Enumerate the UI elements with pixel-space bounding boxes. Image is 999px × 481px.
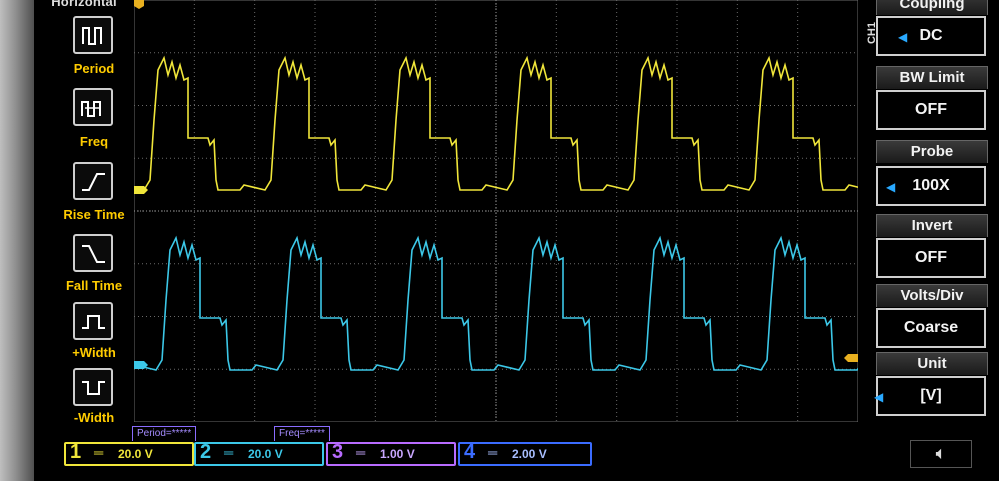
ch3-number: 3 [332,441,344,463]
unit-title: Unit [876,352,988,375]
freq-button[interactable] [73,88,113,126]
rise-time-button[interactable] [73,162,113,200]
probe-value: 100X [912,177,950,194]
frequency-icon [81,101,101,117]
speaker-icon[interactable]: 🔈︎ [910,440,972,468]
volts-div-title: Volts/Div [876,284,988,307]
negative-width-button[interactable] [73,368,113,406]
coupling-value: DC [919,27,943,44]
ch1-status[interactable]: 1 ═ 20.0 V [64,442,194,466]
ch3-status[interactable]: 3 ═ 1.00 V [326,442,456,466]
ch2-number: 2 [200,441,212,463]
dc-coupling-icon: ═ [356,445,366,460]
graticule [134,0,858,422]
fall-time-icon [82,245,105,263]
left-softkey-menu: Horizontal Period Freq Rise Time Fall Ti… [38,0,130,430]
period-readout: Period=***** [132,426,197,441]
ch2-status[interactable]: 2 ═ 20.0 V [194,442,324,466]
trigger-position-marker [134,0,144,9]
invert-button[interactable]: OFF [876,238,986,278]
unit-button[interactable]: [V] [876,376,986,416]
dc-coupling-icon: ═ [94,445,104,460]
bw-limit-value: OFF [915,101,947,118]
period-icon [82,27,102,45]
volts-div-value: Coarse [903,319,959,336]
ch4-status[interactable]: 4 ═ 2.00 V [458,442,592,466]
positive-width-icon [82,315,105,329]
probe-arrow-icon: ◀ [886,180,896,194]
invert-title: Invert [876,214,988,237]
volts-div-button[interactable]: Coarse [876,308,986,348]
waveform-display [134,0,858,422]
dc-coupling-icon: ═ [224,445,234,460]
ch1-scale: 20.0 V [118,447,153,461]
fall-time-button[interactable] [73,234,113,272]
negative-width-icon [82,381,105,395]
coupling-button[interactable]: DC [876,16,986,56]
ch3-scale: 1.00 V [380,447,415,461]
rise-time-icon [82,173,105,191]
probe-title: Probe [876,140,988,163]
bw-limit-button[interactable]: OFF [876,90,986,130]
invert-value: OFF [915,249,947,266]
ch2-scale: 20.0 V [248,447,283,461]
channel-status-bar: Period=***** Freq=***** 1 ═ 20.0 V 2 ═ 2… [34,426,999,481]
ch4-scale: 2.00 V [512,447,547,461]
channel-menu: CH1 Coupling DC ◀ BW Limit OFF Probe 100… [862,0,999,430]
ch4-number: 4 [464,441,476,463]
trigger-level-marker [844,354,858,362]
coupling-arrow-icon: ◀ [898,30,908,44]
unit-value: [V] [920,387,942,404]
unit-arrow-icon: ◀ [874,390,884,404]
coupling-title: Coupling [876,0,988,15]
dc-coupling-icon: ═ [488,445,498,460]
freq-readout: Freq=***** [274,426,330,441]
menu-title: Horizontal [51,0,117,9]
ch1-number: 1 [70,441,82,463]
period-button[interactable] [73,16,113,54]
bw-limit-title: BW Limit [876,66,988,89]
positive-width-button[interactable] [73,302,113,340]
